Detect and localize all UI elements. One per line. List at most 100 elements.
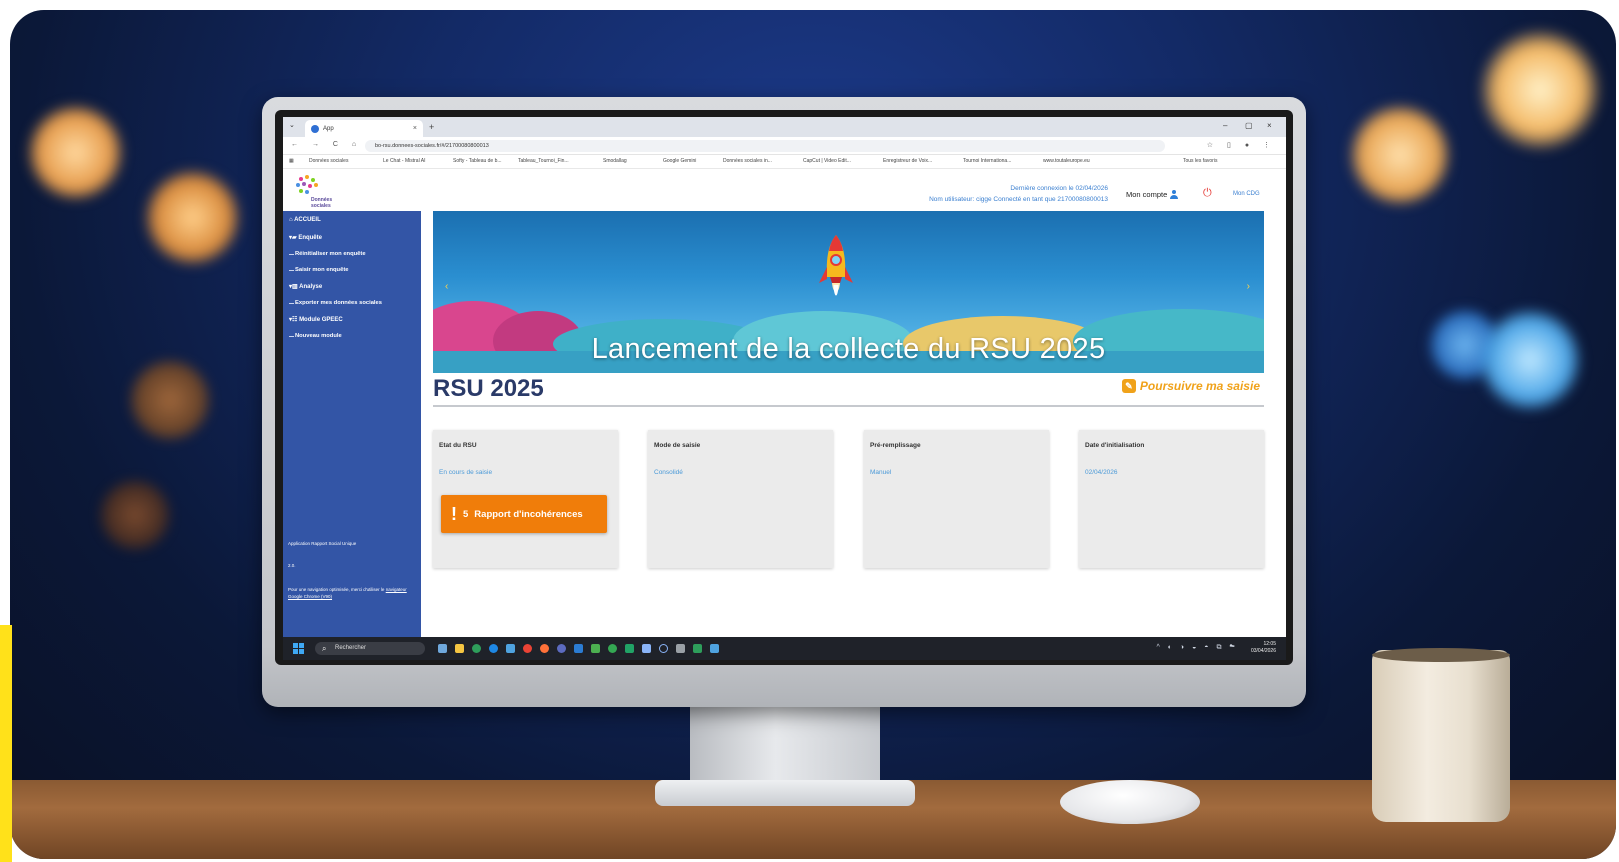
sidebar-item-analyse[interactable]: ▾▥ Analyse: [289, 283, 322, 290]
account-button[interactable]: Mon compte: [1126, 190, 1178, 199]
bookmark-item[interactable]: Smodallag: [603, 158, 627, 164]
bookmark-item[interactable]: Données sociales in...: [723, 158, 772, 164]
close-window-button[interactable]: ×: [1267, 121, 1272, 130]
card-value: Manuel: [870, 469, 892, 476]
continue-entry-label: Poursuivre ma saisie: [1139, 379, 1260, 393]
status-card: Etat du RSU En cours de saisie ! 5 Rappo…: [433, 430, 618, 568]
sidebar-item-label: Analyse: [299, 284, 323, 290]
card-label: Mode de saisie: [654, 442, 701, 449]
bokeh-light: [1350, 105, 1450, 205]
sidebar-item-reinitialiser[interactable]: Réinitialiser mon enquête: [289, 251, 366, 257]
url-field[interactable]: bo-rsu.donnees-sociales.fr/#/21700080800…: [365, 140, 1165, 152]
entry-mode-card: Mode de saisie Consolidé: [648, 430, 833, 568]
browser-recommendation: Pour une navigation optimisée, merci d'u…: [288, 586, 416, 600]
file-explorer-icon[interactable]: [455, 644, 464, 653]
clock[interactable]: 12:05 03/04/2026: [1251, 641, 1276, 655]
card-value: 02/04/2026: [1085, 469, 1118, 476]
sidebar-item-exporter[interactable]: Exporter mes données sociales: [289, 300, 382, 306]
photos-icon[interactable]: [642, 644, 651, 653]
app-icon[interactable]: [472, 644, 481, 653]
bookmark-item[interactable]: Tous les favoris: [1183, 158, 1217, 164]
sidebar: ⌂ ACCUEIL ▾▰ Enquête Réinitialiser mon e…: [283, 211, 421, 637]
card-value: Consolidé: [654, 469, 683, 476]
edge-icon[interactable]: [489, 644, 498, 653]
bokeh-light: [130, 360, 210, 440]
tab-title: App: [323, 125, 334, 132]
taskbar-search[interactable]: Rechercher: [315, 642, 425, 655]
app-icon[interactable]: [574, 644, 583, 653]
sidebar-item-label: Enquête: [298, 235, 322, 241]
windows-start-icon[interactable]: [293, 643, 304, 654]
browser-tab[interactable]: App ×: [305, 120, 423, 137]
excel-icon[interactable]: [625, 644, 634, 653]
user-info-text: Nom utilisateur: cigge Connecté en tant …: [929, 196, 1108, 203]
app-icon[interactable]: [676, 644, 685, 653]
app-icon[interactable]: [659, 644, 668, 653]
app-header: Données sociales Dernière connexion le 0…: [283, 169, 1286, 211]
app-icon[interactable]: [710, 644, 719, 653]
sidebar-item-saisir[interactable]: Saisir mon enquête: [288, 267, 348, 273]
sidebar-item-enquete[interactable]: ▾▰ Enquête: [289, 234, 322, 241]
bookmark-item[interactable]: Tableau_Tournoi_Fin...: [518, 158, 569, 164]
app-icon[interactable]: [506, 644, 515, 653]
task-view-icon[interactable]: [438, 644, 447, 653]
app-version-text: 2.0.: [288, 563, 296, 568]
banner-prev-button[interactable]: ‹: [445, 281, 448, 292]
globe-icon: [311, 124, 319, 133]
person-icon: [1169, 190, 1178, 199]
bookmark-item[interactable]: www.toutaleurope.eu: [1043, 158, 1090, 164]
bookmarks-bar: ▦ Données sociales Le Chat - Mistral AI Sof…: [283, 155, 1286, 169]
bookmark-item[interactable]: Enregistreur de Voix...: [883, 158, 932, 164]
yellow-accent-strip: [0, 625, 12, 862]
bookmark-item[interactable]: Tournoi Internationa...: [963, 158, 1011, 164]
incoherence-report-button[interactable]: ! 5 Rapport d'incohérences: [441, 495, 607, 533]
sidebar-item-accueil[interactable]: ⌂ ACCUEIL: [289, 217, 321, 223]
app-icon[interactable]: [557, 644, 566, 653]
donnees-sociales-logo[interactable]: Données sociales: [291, 175, 339, 209]
continue-entry-button[interactable]: ✎ Poursuivre ma saisie: [1121, 379, 1260, 393]
maximize-button[interactable]: ▢: [1245, 121, 1253, 130]
minimize-button[interactable]: –: [1223, 121, 1227, 130]
app-icon[interactable]: [608, 644, 617, 653]
card-value: En cours de saisie: [439, 469, 493, 476]
browser-tab-bar: ⌄ App × + – ▢ ×: [283, 117, 1286, 137]
firefox-icon[interactable]: [540, 644, 549, 653]
extension-icons[interactable]: ☆ ▯ ● ⋮: [1207, 141, 1276, 149]
power-icon[interactable]: ⏻: [1203, 187, 1212, 200]
sidebar-item-label: ACCUEIL: [294, 217, 321, 223]
card-label: Pré-remplissage: [870, 442, 921, 449]
bokeh-light: [28, 105, 123, 200]
tab-close-icon[interactable]: ×: [413, 125, 423, 132]
app-name-text: Application Rapport Social Unique: [288, 541, 357, 546]
rocket-icon: [819, 235, 853, 296]
sidebar-item-label: Module GPEEC: [299, 317, 343, 323]
bokeh-light: [1480, 310, 1580, 410]
sidebar-item-gpeec[interactable]: ▾☷ Module GPEEC: [289, 316, 343, 323]
bookmark-item[interactable]: Google Gemini: [663, 158, 696, 164]
chart-icon: ▾▥: [289, 284, 298, 290]
mon-cdg-link[interactable]: Mon CDG: [1233, 191, 1260, 197]
prefill-card: Pré-remplissage Manuel: [864, 430, 1049, 568]
bookmark-item[interactable]: Softy - Tableau de b...: [453, 158, 502, 164]
bookmark-item[interactable]: Données sociales: [309, 158, 348, 164]
tab-search-icon[interactable]: ⌄: [289, 121, 295, 129]
app-icon[interactable]: [591, 644, 600, 653]
folder-icon: ▾▰: [289, 235, 297, 241]
incoherence-count: 5: [463, 508, 469, 520]
bookmark-item[interactable]: CapCut | Video Edit...: [803, 158, 851, 164]
windows-taskbar: Rechercher ^ ◐ ◑ ◒ ◓ ⧉ ☁ 12:05 03/04/202…: [283, 637, 1286, 660]
apps-grid-icon[interactable]: ▦: [289, 158, 294, 164]
app-icon[interactable]: [693, 644, 702, 653]
computer-mouse: [1060, 780, 1200, 824]
bookmark-item[interactable]: Le Chat - Mistral AI: [383, 158, 426, 164]
logo-text: Données sociales: [311, 197, 333, 209]
new-tab-button[interactable]: +: [429, 122, 434, 132]
incoherence-label: Rapport d'incohérences: [474, 508, 583, 520]
sidebar-item-nouveau-module[interactable]: Nouveau module: [289, 333, 342, 339]
navigation-icons[interactable]: ← → C ⌂: [291, 141, 362, 148]
chrome-icon[interactable]: [523, 644, 532, 653]
banner-next-button[interactable]: ›: [1247, 281, 1250, 292]
system-tray-icons[interactable]: ^ ◐ ◑ ◒ ◓ ⧉ ☁: [1157, 644, 1238, 652]
clock-date: 03/04/2026: [1250, 648, 1276, 654]
coffee-cup: [1372, 650, 1510, 822]
